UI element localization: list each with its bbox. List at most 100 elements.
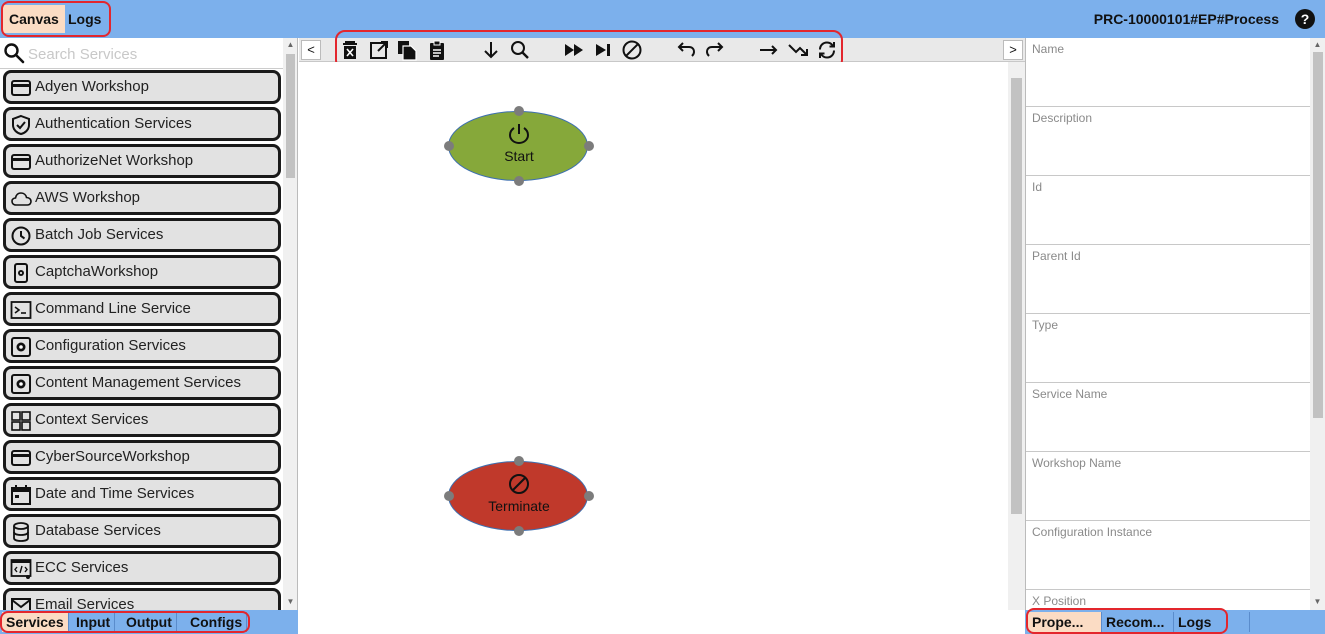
copy-icon[interactable] xyxy=(396,39,418,61)
services-scrollbar-thumb[interactable] xyxy=(286,54,295,178)
service-item-cybersourceworkshop[interactable]: CyberSourceWorkshop xyxy=(3,440,281,474)
start-node-label: Start xyxy=(504,148,534,164)
trend-down-icon[interactable] xyxy=(787,39,809,61)
redo-icon[interactable] xyxy=(704,39,726,61)
arrow-right-icon[interactable] xyxy=(758,39,780,61)
service-label: Database Services xyxy=(35,522,161,539)
property-label: Description xyxy=(1032,111,1093,125)
service-label: AWS Workshop xyxy=(35,189,141,206)
service-label: Content Management Services xyxy=(35,374,241,391)
scroll-up-icon[interactable]: ▲ xyxy=(1310,38,1325,52)
process-canvas[interactable]: Start Terminate xyxy=(299,62,1008,610)
tab-configs[interactable]: Configs xyxy=(186,612,248,632)
connector-handle[interactable] xyxy=(584,141,594,151)
service-item-email-services[interactable]: Email Services xyxy=(3,588,281,610)
right-bottom-tabs: Prope... Recom... Logs xyxy=(1025,610,1325,634)
terminal-icon xyxy=(10,301,32,319)
tab-canvas[interactable]: Canvas xyxy=(3,5,65,33)
service-label: Batch Job Services xyxy=(35,226,164,243)
connector-handle[interactable] xyxy=(514,106,524,116)
step-down-icon[interactable] xyxy=(480,39,502,61)
scroll-down-icon[interactable]: ▼ xyxy=(283,595,297,609)
service-item-authorizenet-workshop[interactable]: AuthorizeNet Workshop xyxy=(3,144,281,178)
service-item-date-and-time-services[interactable]: Date and Time Services xyxy=(3,477,281,511)
service-item-context-services[interactable]: Context Services xyxy=(3,403,281,437)
search-icon xyxy=(4,43,25,64)
block-icon[interactable] xyxy=(621,39,643,61)
tab-services[interactable]: Services xyxy=(2,612,69,632)
service-item-content-management-services[interactable]: Content Management Services xyxy=(3,366,281,400)
clock-icon xyxy=(11,226,31,246)
service-item-aws-workshop[interactable]: AWS Workshop xyxy=(3,181,281,215)
search-input[interactable] xyxy=(28,43,278,65)
property-service-name[interactable]: Service Name xyxy=(1026,383,1310,452)
tab-input[interactable]: Input xyxy=(72,612,116,632)
properties-panel: Name Description Id Parent Id Type Servi… xyxy=(1025,38,1325,610)
database-icon xyxy=(13,522,29,542)
open-external-icon[interactable] xyxy=(368,39,390,61)
card-icon xyxy=(11,154,31,170)
service-item-configuration-services[interactable]: Configuration Services xyxy=(3,329,281,363)
service-item-database-services[interactable]: Database Services xyxy=(3,514,281,548)
service-label: CaptchaWorkshop xyxy=(35,263,159,280)
tab-logs[interactable]: Logs xyxy=(62,5,107,33)
service-item-adyen-workshop[interactable]: Adyen Workshop xyxy=(3,70,281,104)
property-label: Name xyxy=(1032,42,1065,56)
service-item-batch-job-services[interactable]: Batch Job Services xyxy=(3,218,281,252)
terminate-node[interactable]: Terminate xyxy=(448,461,588,531)
scroll-down-icon[interactable]: ▼ xyxy=(1310,595,1325,609)
card-icon xyxy=(11,450,31,466)
services-panel: Adyen Workshop Authentication Services A… xyxy=(0,38,298,610)
service-item-command-line-service[interactable]: Command Line Service xyxy=(3,292,281,326)
connector-handle[interactable] xyxy=(514,526,524,536)
service-item-ecc-services[interactable]: ECC Services xyxy=(3,551,281,585)
paste-icon[interactable] xyxy=(426,39,448,61)
tab-recommendations[interactable]: Recom... xyxy=(1102,612,1174,632)
code-window-icon xyxy=(10,559,32,579)
service-item-authentication-services[interactable]: Authentication Services xyxy=(3,107,281,141)
toolbar-scroll-left-button[interactable]: < xyxy=(301,40,321,60)
calendar-icon xyxy=(11,485,31,505)
settings-box-icon xyxy=(11,374,31,394)
property-label: X Position xyxy=(1032,594,1087,608)
tab-panel-logs[interactable]: Logs xyxy=(1174,612,1250,632)
property-workshop-name[interactable]: Workshop Name xyxy=(1026,452,1310,521)
power-icon xyxy=(508,124,530,145)
service-label: Adyen Workshop xyxy=(35,78,149,95)
connector-handle[interactable] xyxy=(514,176,524,186)
property-x-position[interactable]: X Position xyxy=(1026,590,1310,610)
start-node[interactable]: Start xyxy=(448,111,588,181)
tab-properties[interactable]: Prope... xyxy=(1028,612,1102,632)
phone-gear-icon xyxy=(14,263,28,283)
property-parent-id[interactable]: Parent Id xyxy=(1026,245,1310,314)
property-id[interactable]: Id xyxy=(1026,176,1310,245)
process-id: PRC-10000101#EP#Process xyxy=(1093,11,1279,27)
connector-handle[interactable] xyxy=(584,491,594,501)
properties-scrollbar-thumb[interactable] xyxy=(1313,52,1323,418)
connector-handle[interactable] xyxy=(444,141,454,151)
property-name[interactable]: Name xyxy=(1026,38,1310,107)
service-label: Command Line Service xyxy=(35,300,191,317)
property-type[interactable]: Type xyxy=(1026,314,1310,383)
refresh-icon[interactable] xyxy=(816,39,838,61)
delete-icon[interactable] xyxy=(339,39,361,61)
property-configuration-instance[interactable]: Configuration Instance xyxy=(1026,521,1310,590)
service-item-captchaworkshop[interactable]: CaptchaWorkshop xyxy=(3,255,281,289)
search-icon[interactable] xyxy=(509,39,531,61)
connector-handle[interactable] xyxy=(514,456,524,466)
card-icon xyxy=(11,80,31,96)
service-label: Date and Time Services xyxy=(35,485,195,502)
scroll-up-icon[interactable]: ▲ xyxy=(283,38,297,52)
help-icon[interactable]: ? xyxy=(1295,9,1315,29)
toolbar-scroll-right-button[interactable]: > xyxy=(1003,40,1023,60)
undo-icon[interactable] xyxy=(675,39,697,61)
top-bar: Canvas Logs PRC-10000101#EP#Process ? xyxy=(0,0,1325,38)
connector-handle[interactable] xyxy=(444,491,454,501)
skip-next-icon[interactable] xyxy=(592,39,614,61)
tab-output[interactable]: Output xyxy=(122,612,177,632)
fast-forward-icon[interactable] xyxy=(563,39,585,61)
service-label: Email Services xyxy=(35,596,135,610)
property-description[interactable]: Description xyxy=(1026,107,1310,176)
canvas-scrollbar-thumb[interactable] xyxy=(1011,78,1022,514)
service-label: ECC Services xyxy=(35,559,129,576)
